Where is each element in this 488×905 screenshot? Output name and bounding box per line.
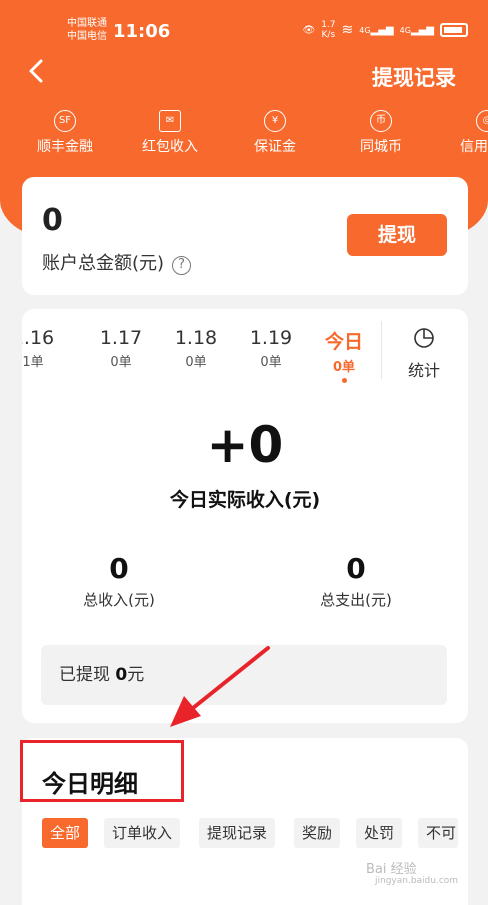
- total-expense: 0 总支出(元): [286, 552, 426, 610]
- chevron-left-icon: [29, 59, 43, 83]
- date-label: 1.18: [174, 327, 218, 349]
- stats-tab[interactable]: 统计: [396, 327, 452, 381]
- account-total-label: 账户总金额(元)?: [42, 249, 192, 275]
- date-selector: 1.16 1单 1.17 0单 1.18 0单 1.19 0单 今日 0单: [22, 327, 382, 387]
- today-income-label: 今日实际收入(元): [169, 489, 321, 511]
- stats-tab-label: 统计: [407, 361, 440, 380]
- filter-unavailable[interactable]: 不可: [418, 818, 458, 848]
- watermark-subtext: jingyan.baidu.com: [375, 876, 459, 886]
- total-income-label: 总收入(元): [83, 591, 155, 609]
- date-orders: 0单: [110, 355, 132, 370]
- filter-all[interactable]: 全部: [42, 818, 89, 848]
- withdrawn-suffix: 元: [127, 665, 145, 685]
- withdrawn-prefix: 已提现: [59, 665, 110, 685]
- carrier-info: 中国联通 中国电信: [67, 17, 107, 43]
- quick-link-label: 红包收入: [142, 139, 198, 155]
- total-expense-value: 0: [346, 552, 366, 585]
- today-income-value: +0: [206, 416, 284, 474]
- help-icon[interactable]: ?: [172, 256, 192, 275]
- date-orders: 1单: [22, 355, 44, 370]
- network-speed-unit: K/s: [321, 30, 336, 40]
- withdraw-button[interactable]: 提现: [347, 214, 447, 256]
- pie-chart-icon: [414, 328, 434, 348]
- date-tab[interactable]: 1.18 0单: [163, 327, 229, 370]
- highlight-box: [20, 740, 184, 802]
- watermark: Bai 经验: [366, 862, 417, 877]
- credit-icon: ◎: [476, 110, 488, 132]
- nav-bar: 提现记录: [0, 50, 488, 100]
- date-label: 今日: [324, 331, 363, 353]
- coin-icon: 币: [370, 110, 392, 132]
- quick-links: SF 顺丰金融 ✉ 红包收入 ¥ 保证金 币 同城币 ◎ 信用: [0, 110, 488, 160]
- date-tab-today[interactable]: 今日 0单: [311, 327, 377, 383]
- withdrawn-amount: 0: [115, 665, 128, 685]
- signal-2-label: 4G: [399, 25, 411, 35]
- account-card: 0 账户总金额(元)? 提现: [22, 177, 468, 295]
- shield-yen-icon: ¥: [264, 110, 286, 132]
- quick-link-red-packet[interactable]: ✉ 红包收入: [125, 110, 215, 156]
- active-dot: [341, 378, 347, 383]
- quick-link-city-coin[interactable]: 币 同城币: [336, 110, 426, 156]
- account-total-amount: 0: [42, 203, 63, 238]
- clock: 11:06: [113, 21, 171, 42]
- signal-1-label: 4G: [359, 25, 371, 35]
- date-orders: 0单: [332, 360, 356, 375]
- wifi-icon: ≋: [341, 22, 354, 38]
- battery-icon: [440, 23, 468, 37]
- date-orders: 0单: [260, 355, 282, 370]
- back-button[interactable]: [26, 58, 46, 90]
- total-income-value: 0: [109, 552, 129, 585]
- quick-link-deposit[interactable]: ¥ 保证金: [230, 110, 320, 156]
- page-title: 提现记录: [372, 66, 456, 90]
- network-speed: 1.7 K/s: [321, 20, 335, 40]
- signal-1-icon: 4G▂▄▆: [359, 24, 394, 36]
- quick-link-label: 同城币: [360, 139, 402, 155]
- date-tab[interactable]: 1.16 1单: [22, 327, 66, 370]
- date-label: 1.19: [249, 327, 293, 349]
- withdrawn-summary: 已提现 0元: [41, 645, 447, 705]
- filter-rewards[interactable]: 奖励: [294, 818, 341, 848]
- total-expense-label: 总支出(元): [320, 591, 392, 609]
- date-tab[interactable]: 1.17 0单: [88, 327, 154, 370]
- date-tab[interactable]: 1.19 0单: [238, 327, 304, 370]
- date-label: 1.17: [99, 327, 143, 349]
- account-total-label-text: 账户总金额(元): [42, 253, 165, 274]
- quick-link-label: 保证金: [254, 139, 296, 155]
- status-bar: 中国联通 中国电信 11:06 👁 1.7 K/s ≋ 4G▂▄▆ 4G▂▄▆: [0, 12, 488, 48]
- filter-order-income[interactable]: 订单收入: [104, 818, 181, 848]
- filter-penalties[interactable]: 处罚: [356, 818, 403, 848]
- quick-link-label: 顺丰金融: [37, 139, 93, 155]
- network-speed-value: 1.7: [321, 20, 336, 30]
- filter-withdraw-records[interactable]: 提现记录: [199, 818, 276, 848]
- total-income: 0 总收入(元): [49, 552, 189, 610]
- red-packet-icon: ✉: [159, 110, 181, 132]
- date-orders: 0单: [185, 355, 207, 370]
- quick-link-label: 信用: [460, 139, 488, 155]
- quick-link-credit[interactable]: ◎ 信用: [440, 110, 488, 156]
- eye-icon: 👁: [302, 24, 316, 36]
- quick-link-sf-finance[interactable]: SF 顺丰金融: [20, 110, 110, 156]
- sf-icon: SF: [54, 110, 76, 132]
- date-divider: [381, 321, 382, 379]
- status-icons: 👁 1.7 K/s ≋ 4G▂▄▆ 4G▂▄▆: [302, 20, 468, 40]
- date-label: 1.16: [22, 327, 55, 349]
- signal-2-icon: 4G▂▄▆: [399, 24, 434, 36]
- stats-card: 1.16 1单 1.17 0单 1.18 0单 1.19 0单 今日 0单 统计…: [22, 309, 468, 723]
- carrier-1: 中国联通: [67, 18, 107, 29]
- carrier-2: 中国电信: [67, 31, 107, 42]
